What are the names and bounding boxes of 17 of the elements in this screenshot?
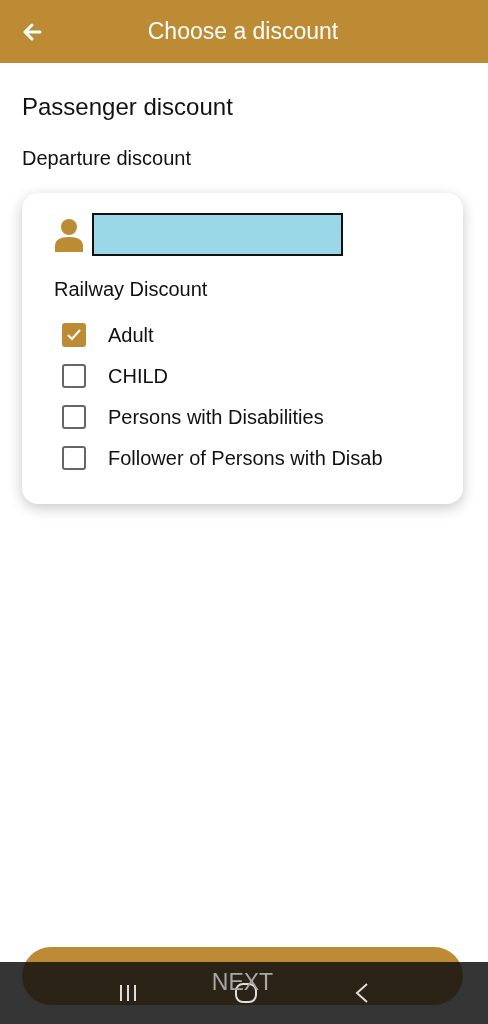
screen-title: Choose a discount bbox=[146, 17, 340, 47]
discount-group-title: Railway Discount bbox=[54, 277, 209, 302]
checkbox[interactable] bbox=[62, 404, 86, 429]
option-label[interactable]: Adult bbox=[108, 319, 154, 350]
back-arrow-icon[interactable] bbox=[22, 22, 42, 41]
option-label[interactable]: Persons with Disabilities bbox=[108, 401, 324, 432]
person-icon bbox=[54, 217, 84, 252]
page-heading: Passenger discount bbox=[22, 92, 234, 122]
checkbox[interactable] bbox=[62, 363, 86, 388]
checkbox[interactable] bbox=[62, 322, 86, 347]
back-icon[interactable] bbox=[354, 982, 370, 1004]
recent-apps-icon[interactable] bbox=[118, 983, 138, 1003]
option-label[interactable]: CHILD bbox=[108, 360, 168, 391]
option-label[interactable]: Follower of Persons with Disab bbox=[108, 442, 383, 473]
section-heading: Departure discount bbox=[22, 146, 192, 171]
checkmark-icon bbox=[66, 327, 82, 342]
checkbox[interactable] bbox=[62, 445, 86, 470]
